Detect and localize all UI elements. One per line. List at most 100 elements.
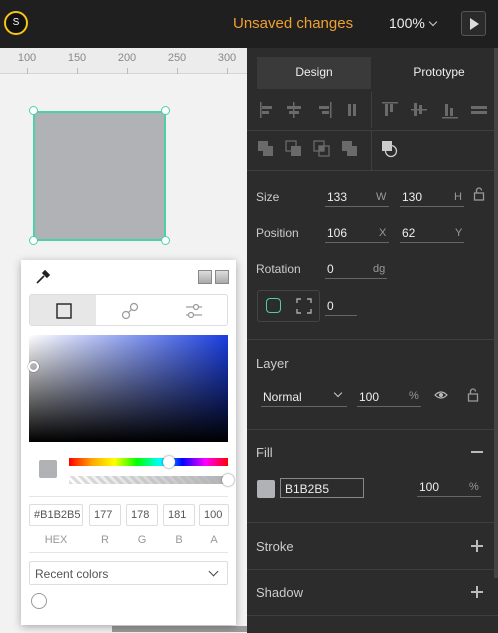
play-button[interactable] xyxy=(461,11,486,36)
divider xyxy=(29,496,228,497)
divider xyxy=(29,552,228,553)
chevron-down-icon xyxy=(333,388,343,398)
resize-handle-bottom-right[interactable] xyxy=(161,236,170,245)
divider xyxy=(247,429,498,430)
tab-adjust[interactable] xyxy=(161,295,227,325)
libraries-icon[interactable] xyxy=(215,270,229,284)
ruler-mark xyxy=(77,68,78,74)
green-input[interactable]: 178 xyxy=(126,504,158,526)
radius-input[interactable]: 0 xyxy=(325,296,357,316)
solid-square-icon xyxy=(56,303,72,319)
fill-opacity-unit: % xyxy=(469,481,479,493)
radius-mode-toggle xyxy=(257,290,320,322)
color-preview-swatch xyxy=(39,460,57,478)
hue-slider-handle[interactable] xyxy=(163,456,175,468)
ruler-mark xyxy=(177,68,178,74)
green-label: G xyxy=(137,534,147,546)
horizontal-scrollbar[interactable] xyxy=(112,626,247,632)
proportion-lock-icon[interactable] xyxy=(473,187,485,201)
recent-colors-dropdown[interactable]: Recent colors xyxy=(29,561,228,585)
ruler-tick: 250 xyxy=(167,52,187,64)
ruler-mark xyxy=(27,68,28,74)
layer-opacity-unit: % xyxy=(409,390,419,402)
color-mode-tabs xyxy=(29,294,228,326)
radius-all-icon[interactable] xyxy=(266,298,281,313)
resize-handle-top-left[interactable] xyxy=(29,106,38,115)
position-label: Position xyxy=(256,226,299,240)
tab-solid[interactable] xyxy=(30,295,96,325)
selected-rectangle[interactable] xyxy=(33,111,166,241)
divider xyxy=(247,130,498,131)
horizontal-ruler: 100 150 200 250 300 xyxy=(0,48,247,74)
color-drop-icon[interactable] xyxy=(31,593,47,609)
x-unit: X xyxy=(379,227,387,239)
sliders-icon xyxy=(186,303,203,319)
blue-input[interactable]: 181 xyxy=(163,504,195,526)
fill-color-swatch[interactable] xyxy=(257,480,275,498)
zoom-value: 100% xyxy=(389,15,425,31)
red-label: R xyxy=(101,534,109,546)
remove-fill-icon[interactable] xyxy=(471,451,483,453)
layer-title: Layer xyxy=(256,356,289,371)
color-picker: #B1B2B5 177 178 181 100 HEX R G B A Rece… xyxy=(21,260,236,625)
gradient-icon xyxy=(121,302,138,320)
hex-label: HEX xyxy=(44,534,68,546)
saturation-value-area[interactable] xyxy=(29,335,228,442)
stroke-title: Stroke xyxy=(256,539,294,554)
rotation-label: Rotation xyxy=(256,262,301,276)
palette-toggle[interactable] xyxy=(195,270,229,287)
tab-prototype[interactable]: Prototype xyxy=(381,57,497,89)
tab-design[interactable]: Design xyxy=(257,57,371,89)
panel-scrollbar[interactable] xyxy=(494,48,498,578)
add-stroke-icon[interactable] xyxy=(471,540,483,552)
ruler-tick: 200 xyxy=(117,52,137,64)
fill-title: Fill xyxy=(256,445,273,460)
palette-icon[interactable] xyxy=(198,270,212,284)
divider xyxy=(247,170,498,171)
add-shadow-icon[interactable] xyxy=(471,586,483,598)
panel-tabs: Design Prototype xyxy=(257,57,497,89)
rotation-unit: dg xyxy=(373,263,386,275)
ruler-mark xyxy=(227,68,228,74)
fill-hex-input[interactable]: B1B2B5 xyxy=(280,478,364,498)
unsaved-status: Unsaved changes xyxy=(233,15,354,32)
app-logo[interactable]: S xyxy=(4,11,28,35)
y-unit: Y xyxy=(455,227,463,239)
chevron-down-icon xyxy=(428,17,438,27)
ruler-tick: 100 xyxy=(17,52,37,64)
alpha-slider[interactable] xyxy=(69,476,228,484)
divider xyxy=(371,130,372,170)
divider xyxy=(247,615,498,616)
saturation-handle[interactable] xyxy=(28,361,39,372)
blend-mode-value: Normal xyxy=(263,390,302,404)
divider xyxy=(371,92,372,128)
resize-handle-bottom-left[interactable] xyxy=(29,236,38,245)
blue-label: B xyxy=(175,534,183,546)
radius-independent-icon[interactable] xyxy=(296,298,312,314)
hue-slider[interactable] xyxy=(69,458,228,466)
ruler-tick: 300 xyxy=(217,52,237,64)
top-bar: S Unsaved changes 100% xyxy=(0,0,498,48)
red-input[interactable]: 177 xyxy=(89,504,121,526)
divider xyxy=(247,569,498,570)
divider xyxy=(247,339,498,340)
alpha-label: A xyxy=(210,534,218,546)
eyedropper-icon[interactable] xyxy=(35,269,51,285)
properties-panel: Design Prototype Size 133 W 130 H Positi… xyxy=(247,48,498,633)
recent-colors-label: Recent colors xyxy=(35,567,109,581)
alpha-slider-handle[interactable] xyxy=(222,474,234,486)
chevron-down-icon xyxy=(208,566,219,577)
zoom-dropdown[interactable]: 100% xyxy=(389,15,438,31)
alpha-input[interactable]: 100 xyxy=(199,504,229,526)
resize-handle-top-right[interactable] xyxy=(161,106,170,115)
ruler-mark xyxy=(127,68,128,74)
height-unit: H xyxy=(454,191,462,203)
divider xyxy=(247,522,498,523)
tab-gradient[interactable] xyxy=(96,295,162,325)
lock-icon[interactable] xyxy=(467,388,479,402)
size-label: Size xyxy=(256,190,280,204)
hex-input[interactable]: #B1B2B5 xyxy=(29,504,83,526)
align-toolbar xyxy=(260,102,487,119)
eye-icon[interactable] xyxy=(434,390,448,400)
blend-mode-select[interactable]: Normal xyxy=(261,387,347,407)
